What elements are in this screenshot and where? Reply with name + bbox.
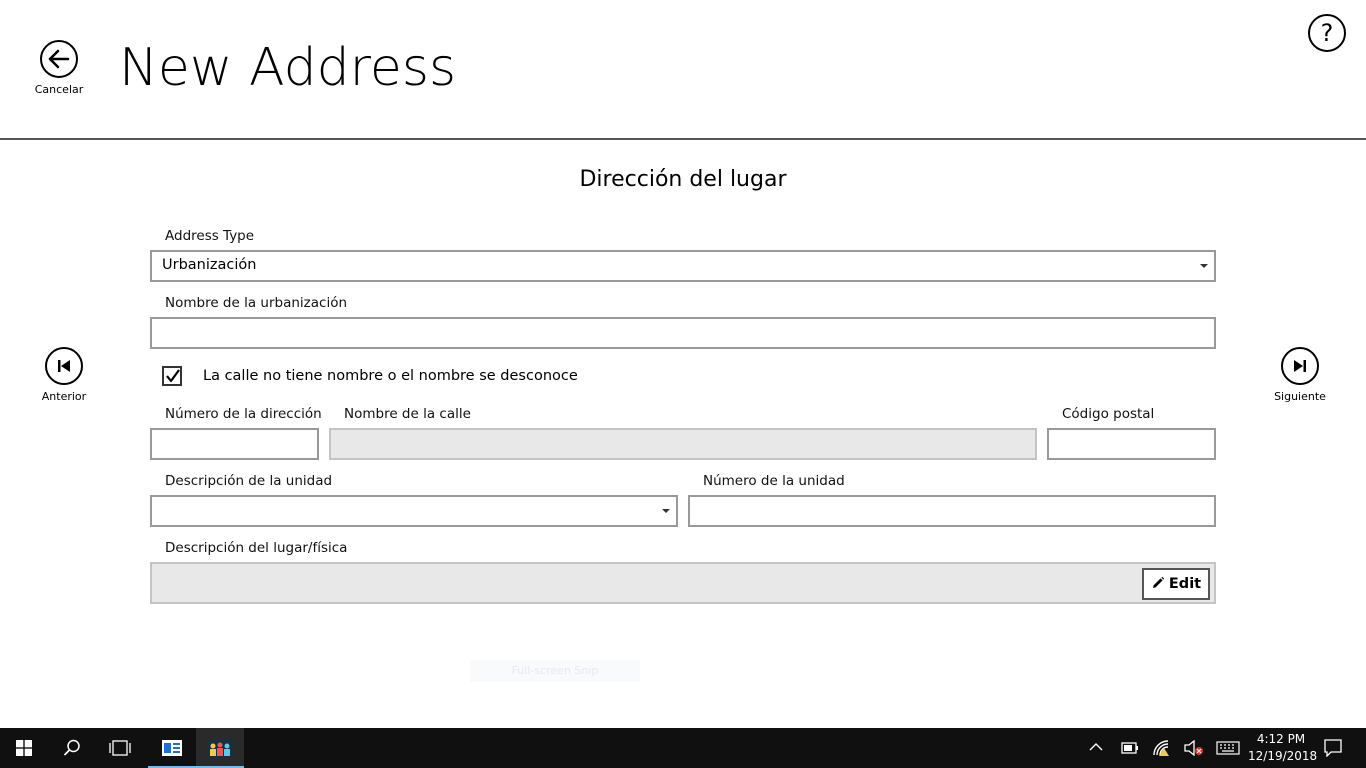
unit-number-label: Número de la unidad [703,473,845,489]
urbanization-label: Nombre de la urbanización [165,295,348,311]
skip-previous-icon [45,347,83,385]
clock-time: 4:12 PM [1256,732,1306,746]
address-number-label: Número de la dirección [165,406,322,422]
address-type-label: Address Type [165,228,255,244]
system-clock[interactable]: 4:12 PM 12/19/2018 [1248,731,1318,765]
next-label: Siguiente [1274,390,1326,403]
postal-code-input[interactable] [1047,428,1216,460]
place-description-box: Edit [150,562,1216,604]
unit-number-input[interactable] [688,495,1216,527]
unit-description-select[interactable] [150,495,678,527]
volume-muted-icon[interactable] [1184,740,1204,756]
windows-logo-icon [16,740,32,756]
app-window-icon [162,740,182,756]
place-description-label: Descripción del lugar/física [165,540,348,556]
cancel-label: Cancelar [34,83,84,96]
battery-icon[interactable] [1121,742,1139,754]
street-name-input [329,428,1037,460]
taskbar-app-census[interactable] [196,728,244,768]
previous-label: Anterior [41,390,87,403]
notification-icon[interactable] [1324,739,1342,757]
edit-button[interactable]: Edit [1142,568,1210,600]
app-window: Cancelar New Address ? Dirección del lug… [0,0,1366,728]
next-button[interactable]: Siguiente [1265,347,1335,403]
keyboard-icon[interactable] [1216,741,1240,755]
start-button[interactable] [0,728,48,768]
street-name-label: Nombre de la calle [344,406,471,422]
help-button[interactable]: ? [1308,14,1346,52]
section-title: Dirección del lugar [579,167,787,192]
address-type-select[interactable]: Urbanización [150,250,1216,282]
clock-date: 12/19/2018 [1248,749,1318,763]
unnamed-street-checkbox[interactable] [162,366,182,386]
edit-label: Edit [1168,576,1202,592]
page-title: New Address [119,38,457,98]
unit-description-label: Descripción de la unidad [165,473,333,489]
header-divider [0,138,1366,140]
wifi-warning-icon[interactable] [1152,739,1172,757]
taskbar-app-explorer[interactable] [148,728,196,768]
pencil-icon [1152,576,1165,588]
dropdown-caret-icon [1200,264,1208,268]
checkmark-icon [166,369,180,383]
address-type-value: Urbanización [162,257,257,273]
previous-button[interactable]: Anterior [29,347,99,403]
snip-overlay-label: Full-screen Snip [470,660,640,682]
cancel-button[interactable]: Cancelar [30,40,88,96]
back-arrow-icon [40,40,78,78]
taskbar: 4:12 PM 12/19/2018 [0,728,1366,768]
urbanization-input[interactable] [150,317,1216,349]
search-icon [63,739,80,756]
people-app-icon [207,739,233,757]
postal-code-label: Código postal [1062,406,1155,422]
dropdown-caret-icon [662,509,670,513]
chevron-up-icon[interactable] [1089,742,1103,752]
skip-next-icon [1281,347,1319,385]
unnamed-street-label: La calle no tiene nombre o el nombre se … [203,368,578,384]
address-number-input[interactable] [150,428,319,460]
task-view-button[interactable] [96,728,144,768]
task-view-icon [109,740,131,756]
search-button[interactable] [48,728,96,768]
